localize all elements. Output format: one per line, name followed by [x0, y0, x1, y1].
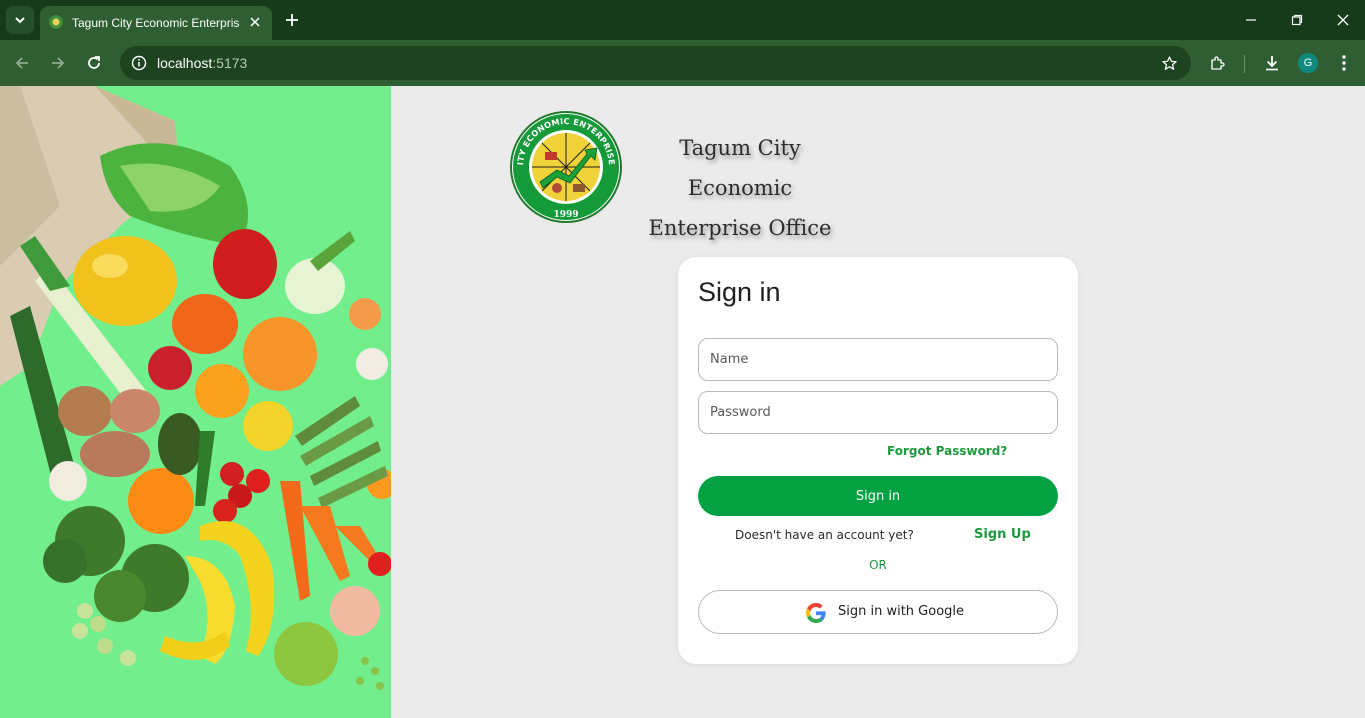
city-seal-logo: TAGUM CITY ECONOMIC ENTERPRISES OFFICE 1…: [507, 110, 622, 223]
reload-button[interactable]: [80, 49, 108, 77]
browser-menu-button[interactable]: [1330, 49, 1358, 77]
forward-button[interactable]: [44, 49, 72, 77]
organization-title-line2: Enterprise Office: [648, 216, 832, 240]
back-button[interactable]: [8, 49, 36, 77]
google-signin-button[interactable]: Sign in with Google: [698, 590, 1058, 634]
extensions-button[interactable]: [1204, 49, 1232, 77]
close-icon: [250, 17, 260, 27]
restore-window-button[interactable]: [1274, 0, 1320, 40]
or-divider: OR: [869, 558, 887, 572]
organization-title-line1: Tagum City Economic: [679, 136, 801, 200]
groceries-hero-image: [0, 86, 391, 718]
arrow-right-icon: [52, 57, 65, 69]
close-tab-button[interactable]: [244, 11, 266, 33]
downloads-button[interactable]: [1258, 49, 1286, 77]
close-window-button[interactable]: [1320, 0, 1365, 40]
tab-title: Tagum City Economic Enterprise Office: [72, 16, 240, 30]
browser-toolbar: localhost:5173 G: [0, 40, 1365, 86]
puzzle-icon: [1211, 56, 1225, 70]
browser-tab-strip: Tagum City Economic Enterprise Office: [0, 0, 1365, 40]
arrow-left-icon: [15, 57, 28, 69]
google-icon: [806, 603, 826, 623]
toolbar-divider: [1244, 55, 1245, 73]
download-icon: [1266, 56, 1278, 71]
close-icon: [1337, 14, 1349, 26]
site-info-icon[interactable]: [129, 53, 149, 73]
forgot-password-link[interactable]: Forgot Password?: [887, 444, 1007, 458]
signup-link[interactable]: Sign Up: [974, 527, 1031, 542]
profile-avatar[interactable]: G: [1298, 53, 1318, 73]
seal-year: 1999: [553, 210, 578, 220]
site-favicon-icon: [49, 15, 63, 29]
address-bar[interactable]: localhost:5173: [120, 46, 1191, 80]
chevron-down-icon: [15, 17, 25, 24]
restore-icon: [1291, 14, 1303, 26]
signin-heading: Sign in: [698, 277, 781, 307]
more-vertical-icon: [1342, 55, 1346, 71]
vegetables-illustration: [0, 86, 391, 690]
url-host: localhost: [157, 55, 213, 71]
signin-card: Sign in Forgot Password? Sign in Doesn't…: [678, 257, 1078, 664]
no-account-text: Doesn't have an account yet?: [735, 528, 914, 542]
plus-icon: [286, 14, 298, 26]
signin-page: TAGUM CITY ECONOMIC ENTERPRISES OFFICE 1…: [391, 86, 1365, 718]
new-tab-button[interactable]: [280, 8, 304, 32]
reload-icon: [88, 56, 100, 69]
organization-title: Tagum City Economic Enterprise Office: [627, 128, 853, 248]
minimize-icon: [1246, 19, 1256, 21]
active-tab[interactable]: Tagum City Economic Enterprise Office: [40, 6, 272, 40]
url-port: :5173: [212, 55, 248, 71]
url-text: localhost:5173: [157, 54, 247, 72]
google-signin-label: Sign in with Google: [838, 604, 965, 619]
tab-search-button[interactable]: [6, 6, 34, 34]
password-field[interactable]: [698, 391, 1058, 434]
bookmark-star-icon[interactable]: [1159, 53, 1179, 73]
name-field[interactable]: [698, 338, 1058, 381]
signin-button[interactable]: Sign in: [698, 476, 1058, 516]
minimize-window-button[interactable]: [1228, 0, 1274, 40]
